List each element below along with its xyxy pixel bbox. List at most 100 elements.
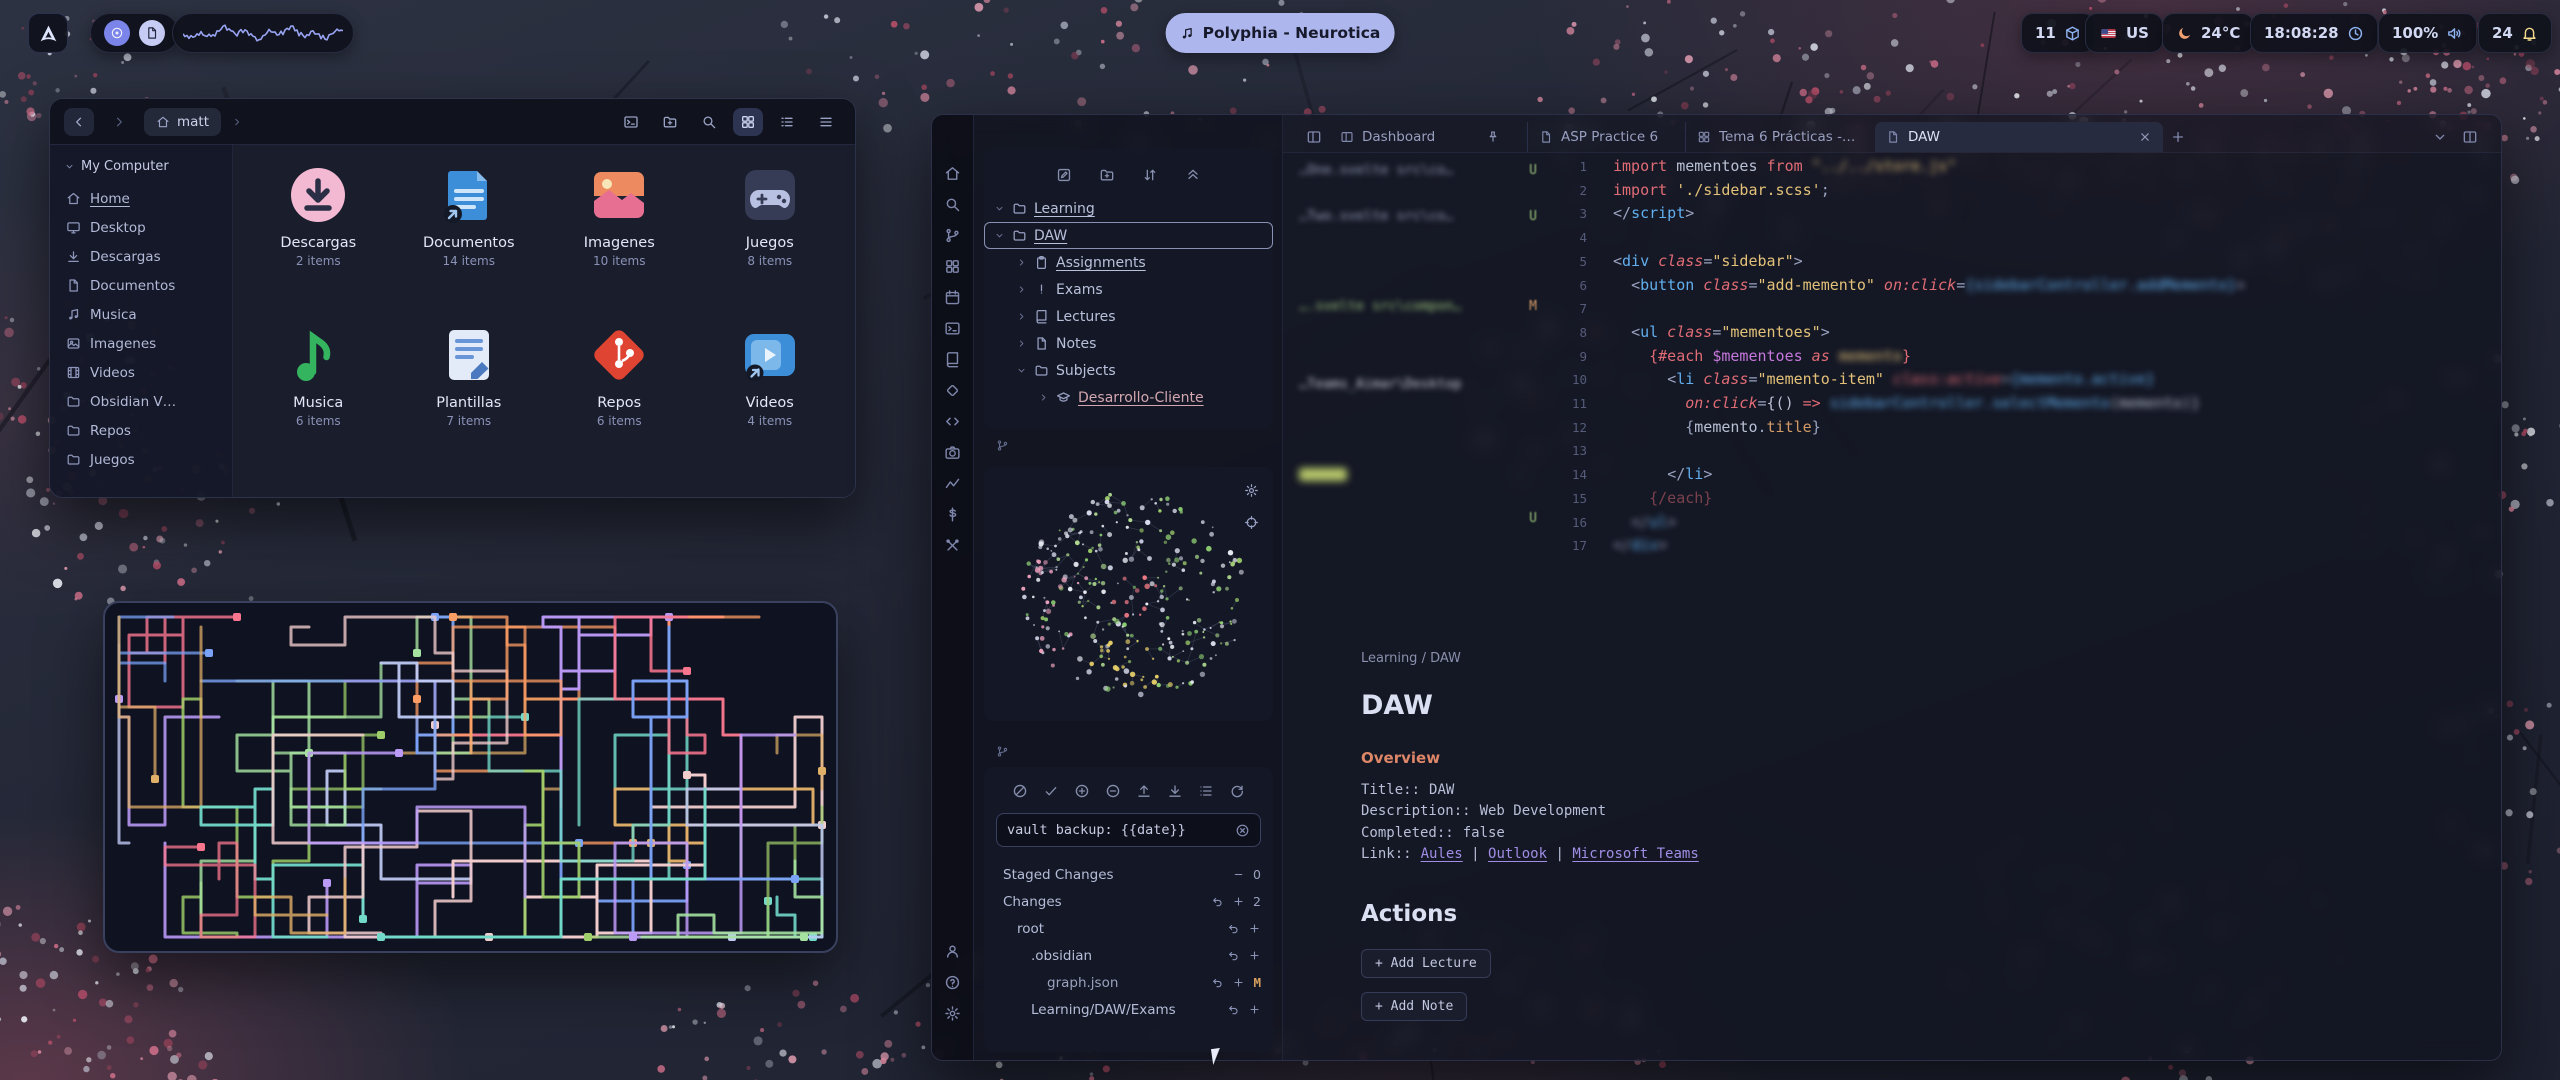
sidebar-item[interactable]: Imagenes (58, 329, 224, 358)
sort-button[interactable] (1142, 167, 1158, 183)
tree-chevron-icon[interactable] (994, 203, 1005, 214)
ribbon-icon[interactable] (944, 227, 961, 244)
discard-icon[interactable] (1227, 922, 1240, 935)
git-tree-item[interactable]: Learning/DAW/Exams (984, 996, 1273, 1023)
folder-item[interactable]: Imagenes 10 items (544, 155, 695, 315)
sidebar-section-header[interactable]: My Computer (58, 155, 224, 184)
ribbon-icon[interactable] (944, 506, 961, 523)
sidebar-item[interactable]: Videos (58, 358, 224, 387)
menu-button[interactable] (811, 108, 841, 136)
explorer-tree-item[interactable]: Notes (984, 330, 1273, 357)
tree-chevron-icon[interactable] (994, 230, 1005, 241)
explorer-tree-item[interactable]: Desarrollo-Cliente (984, 384, 1273, 411)
stage-icon[interactable] (1232, 976, 1245, 989)
git-tree-item[interactable]: Staged Changes 0 (984, 861, 1273, 888)
ribbon-icon[interactable] (944, 320, 961, 337)
tray-app-icon-1[interactable] (104, 20, 130, 46)
new-note-button[interactable] (1056, 167, 1072, 183)
tree-chevron-icon[interactable] (1016, 365, 1027, 376)
new-folder-button[interactable] (655, 108, 685, 136)
git-pull-icon[interactable] (1167, 783, 1183, 799)
media-player-widget[interactable]: Polyphia - Neurotica (1166, 13, 1395, 53)
file-manager-titlebar[interactable]: matt (50, 99, 855, 145)
graph-settings-icon[interactable] (1244, 483, 1259, 498)
open-terminal-button[interactable] (616, 108, 646, 136)
sidebar-item[interactable]: Musica (58, 300, 224, 329)
weather-widget[interactable]: 24°C (2162, 13, 2254, 53)
grid-view-button[interactable] (733, 108, 763, 136)
git-list-icon[interactable] (1198, 783, 1214, 799)
tree-chevron-icon[interactable] (1016, 311, 1027, 322)
tray-app-icon-2[interactable] (139, 20, 165, 46)
sidebar-item[interactable]: Documentos (58, 271, 224, 300)
ribbon-icon[interactable] (944, 974, 961, 991)
explorer-tree-item[interactable]: DAW (984, 222, 1273, 249)
volume-widget[interactable]: 100% (2378, 13, 2477, 53)
pin-icon[interactable] (1486, 130, 1500, 144)
new-tab-button[interactable] (2170, 129, 2186, 145)
explorer-tree-item[interactable]: Learning (984, 195, 1273, 222)
folder-item[interactable]: Descargas 2 items (243, 155, 394, 315)
tab-close-icon[interactable] (2138, 130, 2152, 144)
note-action-button[interactable]: + Add Note (1361, 992, 1467, 1021)
sidebar-item[interactable]: Repos (58, 416, 224, 445)
collapse-all-button[interactable] (1185, 167, 1201, 183)
discard-icon[interactable] (1227, 1003, 1240, 1016)
explorer-tree-item[interactable]: Subjects (984, 357, 1273, 384)
stage-icon[interactable] (1248, 949, 1261, 962)
git-commit-icon[interactable] (1043, 783, 1059, 799)
ribbon-icon[interactable] (944, 1005, 961, 1022)
folder-item[interactable]: Plantillas 7 items (394, 315, 545, 475)
folder-item[interactable]: Musica 6 items (243, 315, 394, 475)
ribbon-icon[interactable] (944, 413, 961, 430)
tree-chevron-icon[interactable] (1016, 257, 1027, 268)
back-button[interactable] (64, 108, 94, 136)
keyboard-layout-widget[interactable]: US (2085, 13, 2163, 53)
ribbon-icon[interactable] (944, 382, 961, 399)
split-editor-icon[interactable] (2462, 129, 2478, 145)
stage-icon[interactable] (1248, 922, 1261, 935)
ribbon-icon[interactable] (944, 351, 961, 368)
code-editor[interactable]: 1import mementoes from "../../store.js"2… (1283, 155, 2501, 558)
explorer-tree-item[interactable]: Lectures (984, 303, 1273, 330)
note-action-button[interactable]: + Add Lecture (1361, 949, 1491, 978)
search-button[interactable] (694, 108, 724, 136)
sidebar-item[interactable]: Juegos (58, 445, 224, 474)
editor-content[interactable]: …One.svelte src\co… U …Two.svelte src\co… (1283, 153, 2501, 1060)
breadcrumb[interactable]: matt (144, 108, 221, 136)
git-tree-item[interactable]: graph.json M (984, 969, 1273, 996)
git-push-icon[interactable] (1136, 783, 1152, 799)
editor-tab[interactable]: Tema 6 Prácticas -… (1685, 122, 1875, 152)
updates-widget[interactable]: 11 (2021, 13, 2095, 53)
pipes-art-window[interactable] (103, 601, 838, 953)
git-tree-item[interactable]: root (984, 915, 1273, 942)
git-unstage-all-icon[interactable] (1105, 783, 1121, 799)
ribbon-icon[interactable] (944, 289, 961, 306)
folder-item[interactable]: Repos 6 items (544, 315, 695, 475)
tab-stack-icon[interactable] (1306, 129, 1322, 145)
explorer-tree-item[interactable]: Exams (984, 276, 1273, 303)
app-launcher-button[interactable] (28, 13, 68, 53)
tree-chevron-icon[interactable] (1016, 338, 1027, 349)
editor-tab[interactable]: Dashboard (1329, 122, 1511, 152)
notifications-widget[interactable]: 24 (2478, 13, 2552, 53)
sidebar-item[interactable]: Descargas (58, 242, 224, 271)
tab-list-dropdown-icon[interactable] (2432, 129, 2448, 145)
folder-item[interactable]: Juegos 8 items (695, 155, 846, 315)
graph-view[interactable] (984, 467, 1273, 721)
ribbon-icon[interactable] (944, 196, 961, 213)
ribbon-icon[interactable] (944, 258, 961, 275)
note-breadcrumb[interactable]: Learning / DAW (1361, 651, 2181, 666)
git-refresh-icon[interactable] (1229, 783, 1245, 799)
tree-chevron-icon[interactable] (1038, 392, 1049, 403)
note-link[interactable]: Outlook (1488, 846, 1547, 862)
note-link[interactable]: Microsoft Teams (1572, 846, 1698, 862)
ribbon-icon[interactable] (944, 165, 961, 182)
git-discard-icon[interactable] (1012, 783, 1028, 799)
commit-message-input[interactable]: vault backup: {{date}} (996, 813, 1261, 847)
discard-icon[interactable] (1211, 976, 1224, 989)
ribbon-icon[interactable] (944, 444, 961, 461)
git-tree-item[interactable]: .obsidian (984, 942, 1273, 969)
sidebar-item[interactable]: Obsidian V… (58, 387, 224, 416)
explorer-tree-item[interactable]: Assignments (984, 249, 1273, 276)
